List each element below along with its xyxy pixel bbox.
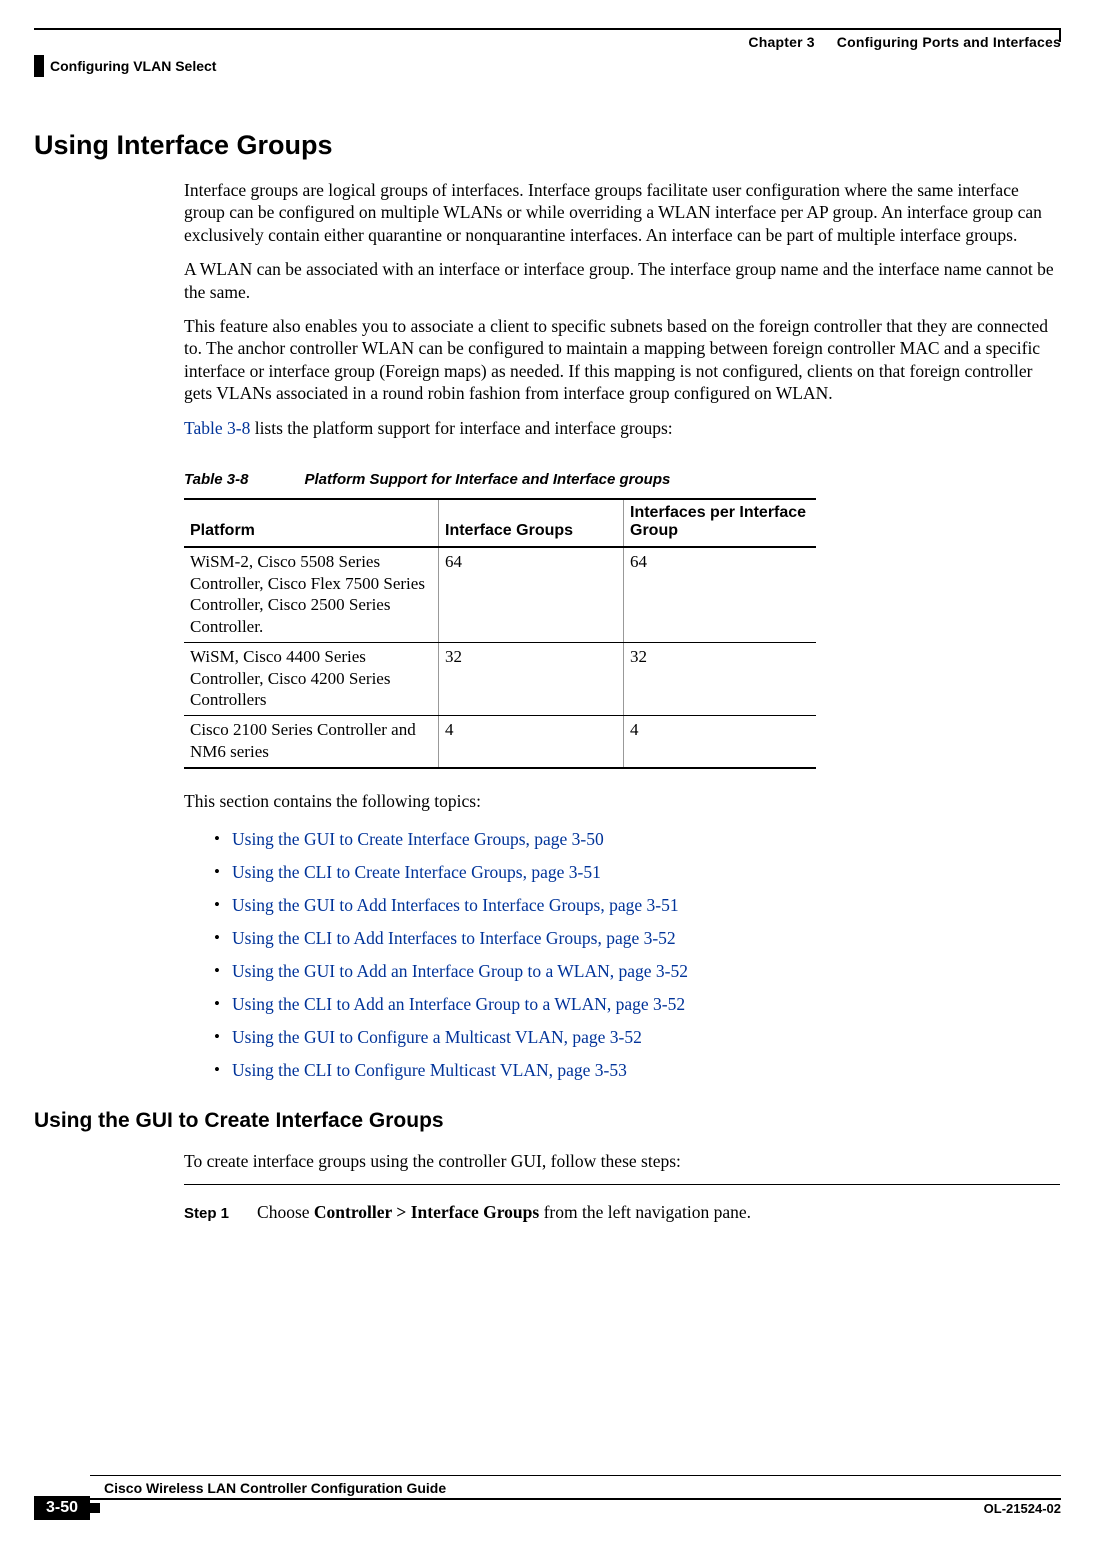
table-caption: Table 3-8 Platform Support for Interface … [184,471,1061,488]
section-title: Using Interface Groups [34,130,1061,161]
table-cell: Cisco 2100 Series Controller and NM6 ser… [184,716,439,768]
footer-rule-thick [90,1498,1061,1500]
header-left-marker [34,55,44,77]
step-number-label: Step 1 [184,1205,229,1222]
table-cell: 4 [624,716,817,768]
table-row: WiSM-2, Cisco 5508 Series Controller, Ci… [184,547,816,643]
step-text-after: from the left navigation pane. [539,1202,751,1222]
footer-book-title: Cisco Wireless LAN Controller Configurat… [104,1480,446,1496]
body-paragraph: Interface groups are logical groups of i… [184,179,1061,246]
steps-intro: To create interface groups using the con… [184,1151,1061,1172]
topic-link[interactable]: Using the GUI to Add Interfaces to Inter… [214,895,1061,916]
table-cell: 4 [439,716,624,768]
body-paragraph: Table 3-8 lists the platform support for… [184,417,1061,439]
header-chapter-title: Configuring Ports and Interfaces [837,34,1061,50]
body-text: lists the platform support for interface… [250,418,672,438]
table-cross-reference[interactable]: Table 3-8 [184,418,250,438]
header-chapter: Chapter 3 Configuring Ports and Interface… [748,34,1061,50]
step-line: Step 1 Choose Controller > Interface Grou… [184,1202,1061,1223]
topics-list: Using the GUI to Create Interface Groups… [214,829,1061,1081]
header-top-rule [34,28,1061,30]
body-paragraph: This feature also enables you to associa… [184,315,1061,405]
topic-link[interactable]: Using the CLI to Add an Interface Group … [214,994,1061,1015]
topic-link[interactable]: Using the GUI to Add an Interface Group … [214,961,1061,982]
step-text-before: Choose [257,1202,314,1222]
footer-marker [90,1503,100,1513]
table-cell: 64 [624,547,817,643]
header-section-left: Configuring VLAN Select [50,58,216,74]
topic-link[interactable]: Using the CLI to Add Interfaces to Inter… [214,928,1061,949]
topic-link[interactable]: Using the CLI to Configure Multicast VLA… [214,1060,1061,1081]
body-paragraph: A WLAN can be associated with an interfa… [184,258,1061,303]
topic-link[interactable]: Using the CLI to Create Interface Groups… [214,862,1061,883]
topics-intro: This section contains the following topi… [184,791,1061,812]
subsection-title: Using the GUI to Create Interface Groups [34,1109,1061,1133]
footer-doc-number: OL-21524-02 [984,1501,1061,1516]
table-number: Table 3-8 [184,471,248,488]
platform-support-table: Platform Interface Groups Interfaces per… [184,498,816,769]
step-text-bold: Controller > Interface Groups [314,1202,539,1222]
table-header-cell: Interfaces per Interface Group [624,499,817,547]
header-chapter-label: Chapter 3 [748,34,814,50]
table-header-cell: Interface Groups [439,499,624,547]
topic-link[interactable]: Using the GUI to Configure a Multicast V… [214,1027,1061,1048]
footer-rule-thin [90,1475,1061,1476]
table-cell: WiSM, Cisco 4400 Series Controller, Cisc… [184,642,439,715]
table-header-cell: Platform [184,499,439,547]
table-row: Cisco 2100 Series Controller and NM6 ser… [184,716,816,768]
table-row: WiSM, Cisco 4400 Series Controller, Cisc… [184,642,816,715]
step-separator-rule [184,1184,1060,1185]
table-cell: 64 [439,547,624,643]
topic-link[interactable]: Using the GUI to Create Interface Groups… [214,829,1061,850]
table-header: Platform Interface Groups Interfaces per… [184,499,816,547]
page-number-box: 3-50 [34,1496,90,1520]
table-cell: WiSM-2, Cisco 5508 Series Controller, Ci… [184,547,439,643]
table-caption-text: Platform Support for Interface and Inter… [304,471,670,488]
table-cell: 32 [624,642,817,715]
table-cell: 32 [439,642,624,715]
